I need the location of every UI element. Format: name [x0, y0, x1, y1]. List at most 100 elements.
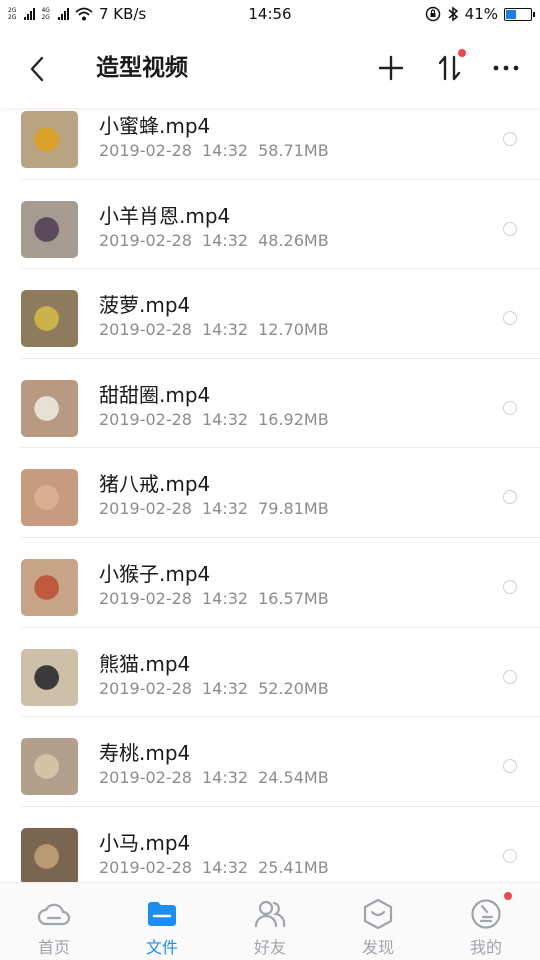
nav-friends-label: 好友 [253, 938, 286, 957]
file-meta: 2019-02-28 14:32 52.20MB [99, 679, 329, 698]
back-button[interactable] [20, 52, 54, 86]
file-name: 小马.mp4 [99, 830, 191, 855]
video-thumbnail [21, 290, 78, 348]
file-row[interactable]: 寿桃.mp4 2019-02-28 14:32 24.54MB [0, 717, 540, 807]
signal-icon [24, 8, 36, 20]
nav-friends[interactable]: 好友 [216, 883, 324, 960]
file-meta: 2019-02-28 14:32 16.92MB [99, 410, 329, 429]
wifi-icon [75, 7, 93, 21]
add-button[interactable] [373, 50, 409, 86]
video-thumbnail [21, 738, 78, 796]
select-radio[interactable] [503, 311, 517, 326]
select-radio[interactable] [503, 221, 517, 236]
select-radio[interactable] [503, 759, 517, 774]
bottom-nav: 首页 文件 好友 发现 我的 [0, 882, 540, 960]
status-bar: 2G 2G 4G 2G 7 KB/s 41% 14:56 [0, 0, 540, 28]
select-radio[interactable] [503, 580, 517, 594]
status-right: 41% [425, 5, 535, 23]
file-name: 小猴子.mp4 [99, 562, 211, 586]
file-size: 25.41MB [258, 857, 329, 877]
video-thumbnail [21, 111, 78, 168]
select-radio[interactable] [503, 132, 517, 146]
video-thumbnail [21, 469, 78, 527]
file-date: 2019-02-28 [99, 230, 192, 250]
file-time: 14:32 [201, 499, 249, 519]
file-meta: 2019-02-28 14:32 48.26MB [99, 231, 329, 250]
file-size: 16.57MB [258, 589, 329, 608]
more-dots-icon [493, 65, 519, 71]
video-thumbnail [21, 827, 78, 882]
file-meta: 2019-02-28 14:32 79.81MB [99, 499, 329, 518]
file-meta: 2019-02-28 14:32 58.71MB [99, 141, 329, 160]
network-type-top: 2G [8, 7, 17, 14]
file-row[interactable]: 甜甜圈.mp4 2019-02-28 14:32 16.92MB [0, 359, 540, 449]
folder-icon [144, 897, 180, 931]
nav-files[interactable]: 文件 [108, 883, 216, 960]
file-size: 12.70MB [258, 320, 329, 340]
file-name: 猪八戒.mp4 [99, 472, 211, 497]
nav-home[interactable]: 首页 [0, 883, 108, 960]
file-row[interactable]: 小羊肖恩.mp4 2019-02-28 14:32 48.26MB [0, 180, 540, 270]
file-row[interactable]: 猪八戒.mp4 2019-02-28 14:32 79.81MB [0, 448, 540, 538]
file-row[interactable]: 熊猫.mp4 2019-02-28 14:32 52.20MB [0, 628, 540, 718]
network-type-bottom: 2G [8, 14, 17, 21]
discover-icon [360, 897, 396, 931]
file-date: 2019-02-28 [99, 320, 192, 340]
network-type-2: 4G 2G [41, 7, 49, 21]
file-time: 14:32 [201, 857, 249, 877]
file-name: 寿桃.mp4 [99, 741, 191, 766]
chevron-left-icon [30, 56, 44, 82]
file-date: 2019-02-28 [99, 409, 192, 429]
profile-badge [504, 892, 512, 900]
select-radio[interactable] [503, 490, 517, 505]
sort-badge [458, 49, 466, 57]
battery-icon [504, 7, 535, 21]
nav-discover[interactable]: 发现 [324, 883, 432, 960]
video-thumbnail [21, 559, 78, 616]
file-row[interactable]: 小蜜蜂.mp4 2019-02-28 14:32 58.71MB [0, 108, 540, 180]
nav-profile-label: 我的 [469, 938, 502, 957]
sort-icon [438, 55, 461, 81]
select-radio[interactable] [503, 669, 517, 684]
file-row[interactable]: 小猴子.mp4 2019-02-28 14:32 16.57MB [0, 538, 540, 628]
file-meta: 2019-02-28 14:32 12.70MB [99, 320, 329, 339]
file-name: 甜甜圈.mp4 [99, 382, 211, 407]
net-speed: 7 KB/s [98, 5, 147, 23]
select-radio[interactable] [503, 848, 517, 863]
file-date: 2019-02-28 [99, 857, 192, 877]
nav-discover-label: 发现 [361, 938, 394, 957]
file-time: 14:32 [201, 320, 249, 340]
friends-icon [252, 897, 288, 931]
video-thumbnail [21, 379, 78, 437]
file-time: 14:32 [201, 409, 249, 429]
file-name: 小蜜蜂.mp4 [99, 114, 211, 138]
file-size: 16.92MB [258, 409, 329, 429]
signal-icon-2 [57, 8, 69, 20]
file-size: 48.26MB [258, 230, 329, 250]
sort-button[interactable] [432, 49, 468, 86]
file-list: 小蜜蜂.mp4 2019-02-28 14:32 58.71MB 小羊肖恩.mp4 201… [0, 108, 540, 882]
video-thumbnail [21, 648, 78, 706]
file-size: 79.81MB [258, 499, 329, 519]
file-row[interactable]: 小马.mp4 2019-02-28 14:32 25.41MB [0, 807, 540, 882]
file-size: 58.71MB [258, 141, 329, 160]
battery-fill [506, 9, 516, 19]
nav-home-label: 首页 [37, 938, 70, 957]
file-date: 2019-02-28 [99, 678, 192, 698]
file-meta: 2019-02-28 14:32 16.57MB [99, 589, 329, 608]
cloud-icon [36, 897, 72, 931]
file-size: 52.20MB [258, 678, 329, 698]
network-type-mid-2: 2G [41, 14, 50, 21]
file-time: 14:32 [201, 230, 249, 250]
select-radio[interactable] [503, 400, 517, 415]
page-title: 造型视频 [96, 55, 188, 81]
network-type-mid: 4G [41, 7, 50, 14]
file-size: 24.54MB [258, 768, 329, 788]
status-left: 2G 2G 4G 2G 7 KB/s [8, 5, 146, 23]
bluetooth-icon [448, 6, 458, 22]
nav-profile[interactable]: 我的 [432, 883, 540, 960]
file-row[interactable]: 菠萝.mp4 2019-02-28 14:32 12.70MB [0, 269, 540, 359]
app-header: 造型视频 [0, 28, 540, 108]
more-button[interactable] [488, 50, 524, 86]
video-thumbnail [21, 200, 78, 258]
